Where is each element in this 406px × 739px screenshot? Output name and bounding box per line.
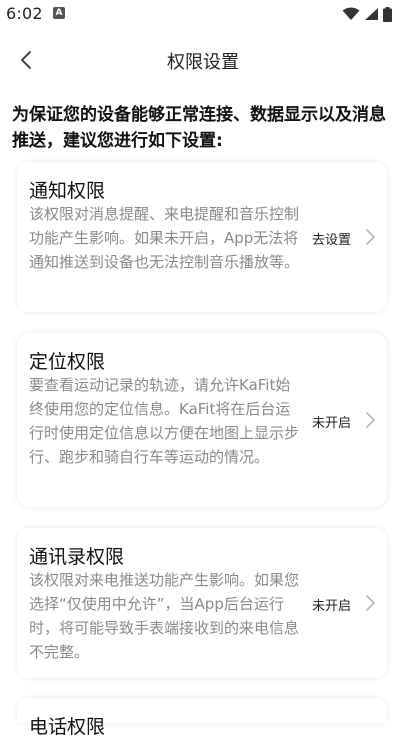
permission-card-location[interactable]: 定位权限 要查看运动记录的轨迹，请允许KaFit始终使用您的定位信息。KaFit…	[17, 333, 387, 507]
status-bar: 6:02 A	[0, 0, 406, 28]
intro-text: 为保证您的设备能够正常连接、数据显示以及消息推送，建议您进行如下设置:	[12, 105, 386, 151]
permission-title: 通知权限	[29, 180, 106, 202]
permission-card-notification[interactable]: 通知权限 该权限对消息提醒、来电提醒和音乐控制功能产生影响。如果未开启，App无…	[17, 162, 387, 312]
page-title: 权限设置	[167, 52, 239, 73]
notification-app-icon: A	[53, 7, 65, 19]
chevron-right-icon	[366, 595, 375, 611]
permission-description: 该权限对来电推送功能产生影响。如果您选择“仅使用中允许”，当App后台运行时，将…	[29, 571, 300, 661]
top-app-bar: 权限设置	[0, 36, 406, 82]
permission-status: 未开启	[311, 599, 351, 614]
permission-title: 通讯录权限	[29, 546, 125, 568]
chevron-right-icon	[366, 412, 375, 428]
status-time: 6:02	[6, 4, 43, 23]
permission-card-phone[interactable]: 电话权限	[17, 698, 387, 738]
wifi-icon	[342, 7, 360, 20]
status-icons	[342, 6, 392, 22]
cellular-signal-icon	[365, 8, 378, 20]
permission-status: 去设置	[311, 233, 351, 248]
permission-description: 要查看运动记录的轨迹，请允许KaFit始终使用您的定位信息。KaFit将在后台运…	[29, 376, 300, 466]
battery-icon	[383, 6, 392, 22]
permission-description: 该权限对消息提醒、来电提醒和音乐控制功能产生影响。如果未开启，App无法将通知推…	[29, 205, 300, 271]
permission-title: 电话权限	[29, 716, 106, 738]
chevron-right-icon	[366, 229, 375, 245]
permission-status: 未开启	[311, 416, 351, 431]
permission-title: 定位权限	[29, 351, 106, 373]
permission-card-contacts[interactable]: 通讯录权限 该权限对来电推送功能产生影响。如果您选择“仅使用中允许”，当App后…	[17, 528, 387, 678]
